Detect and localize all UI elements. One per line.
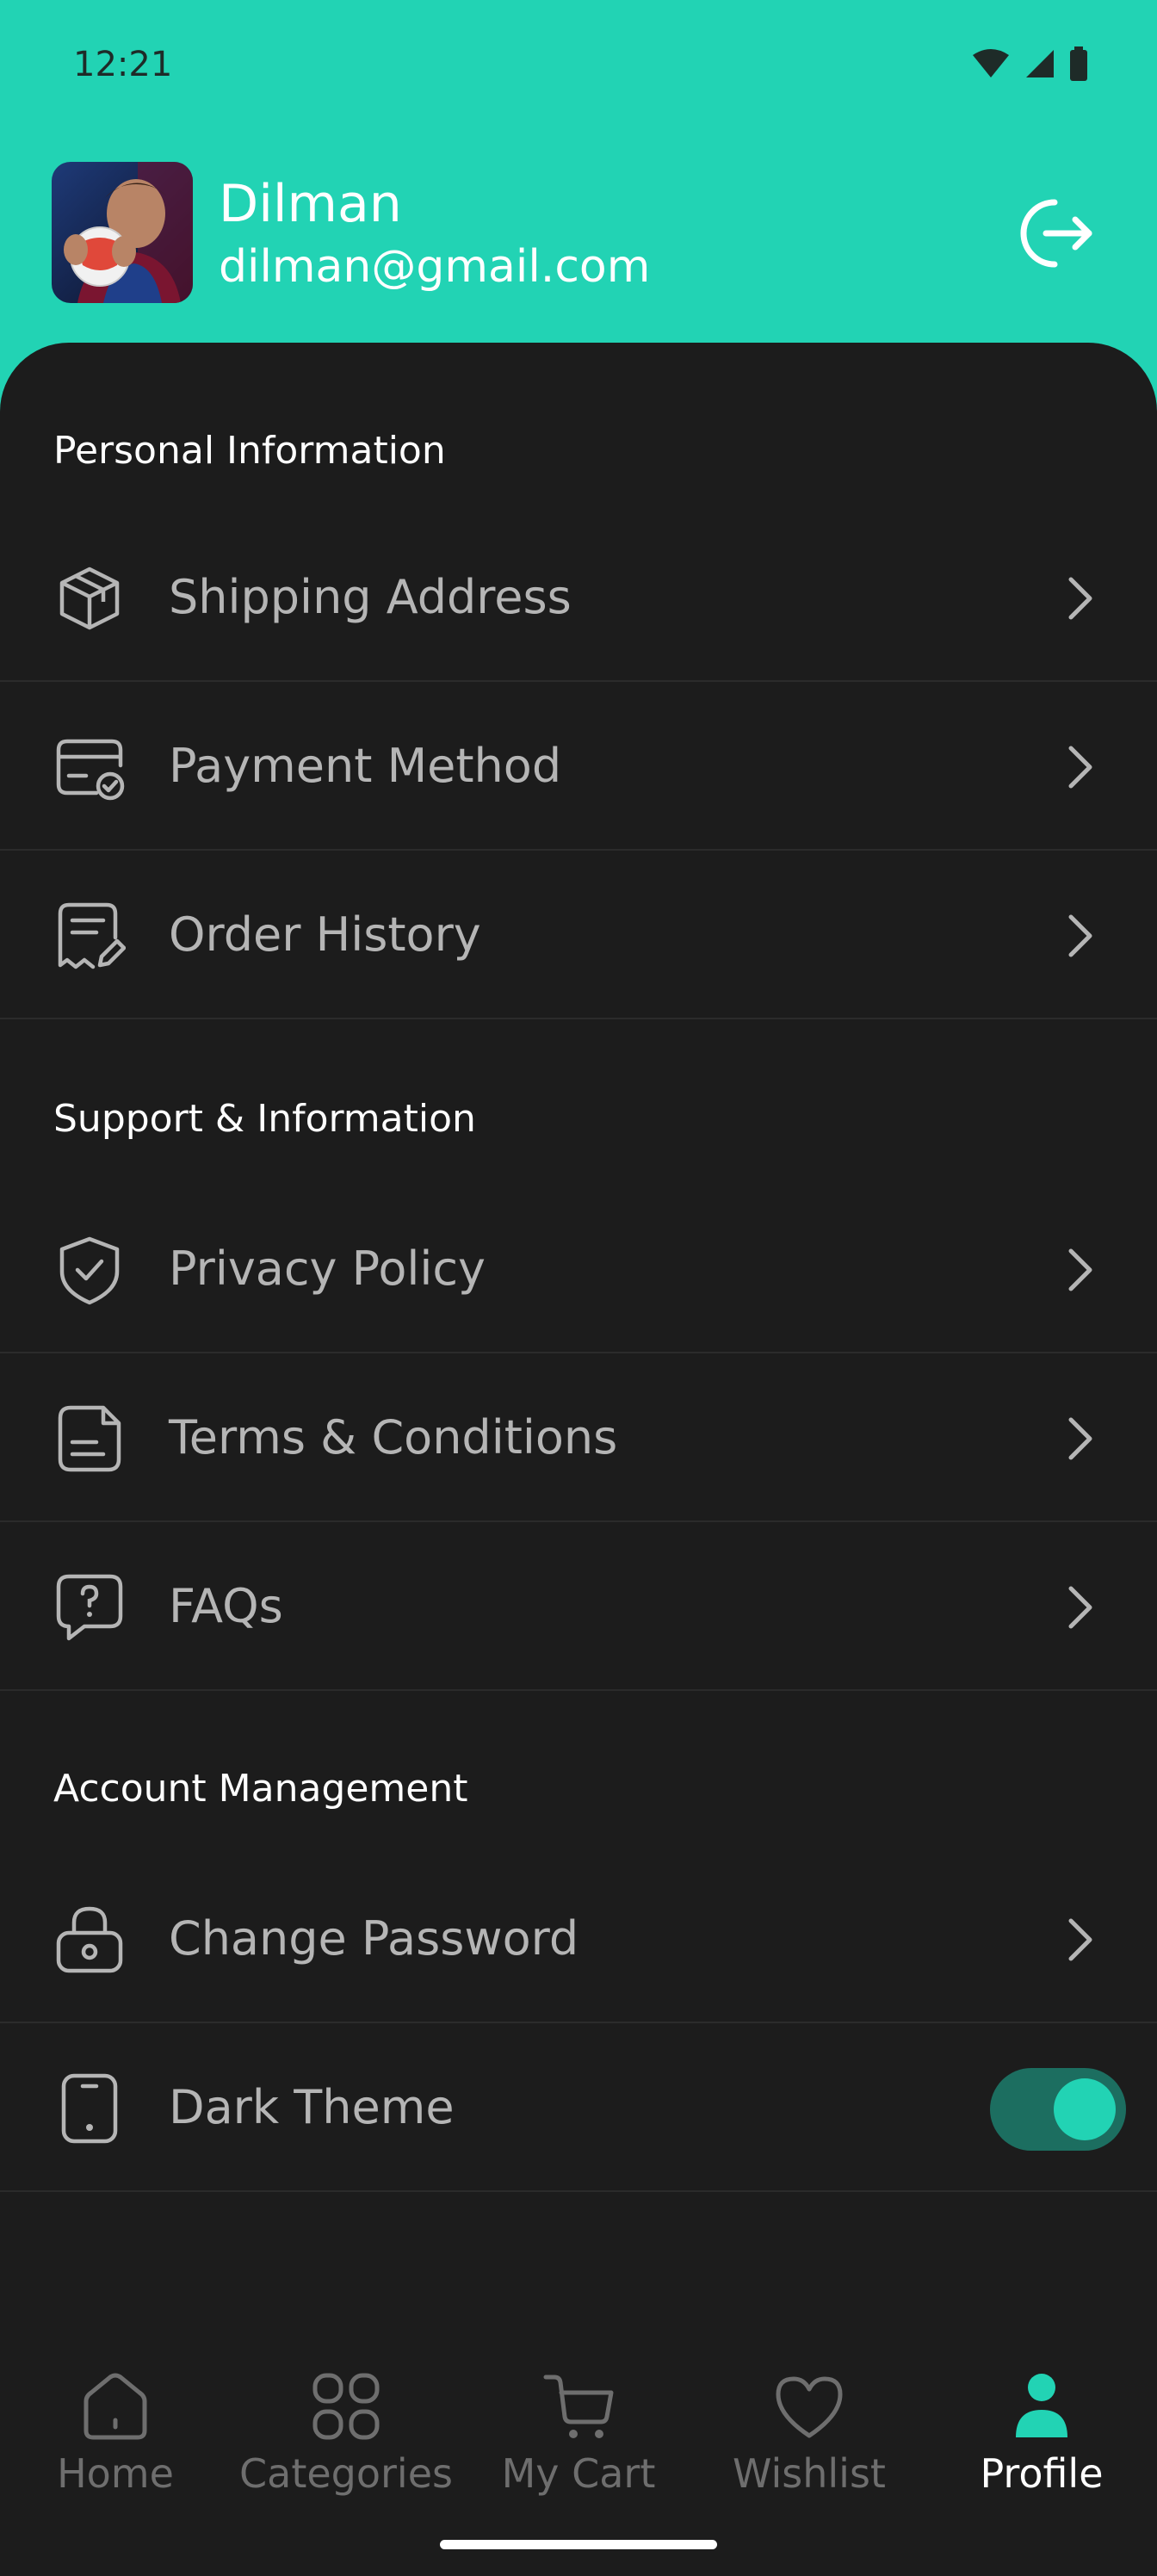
phone-icon xyxy=(61,2073,118,2144)
menu-item-label: FAQs xyxy=(169,1579,283,1633)
avatar-photo xyxy=(52,162,193,303)
section-title-personal: Personal Information xyxy=(53,429,446,473)
home-indicator[interactable] xyxy=(440,2540,717,2549)
nav-label: Profile xyxy=(980,2450,1104,2497)
menu-item-faqs[interactable]: FAQs xyxy=(0,1524,1157,1691)
settings-panel: Personal Information Shipping Address Pa… xyxy=(0,343,1157,2576)
nav-label: Home xyxy=(57,2450,174,2497)
chevron-right-icon xyxy=(1068,746,1092,789)
menu-item-terms-conditions[interactable]: Terms & Conditions xyxy=(0,1355,1157,1522)
receipt-edit-icon xyxy=(58,902,126,969)
profile-header: Dilman dilman@gmail.com xyxy=(0,129,1157,344)
dark-theme-toggle[interactable] xyxy=(990,2068,1126,2151)
shield-check-icon xyxy=(59,1236,120,1305)
chevron-right-icon xyxy=(1068,1586,1092,1629)
user-email: dilman@gmail.com xyxy=(219,241,651,293)
status-time: 12:21 xyxy=(73,45,173,84)
nav-item-my-cart[interactable]: My Cart xyxy=(463,2368,694,2523)
menu-item-shipping-address[interactable]: Shipping Address xyxy=(0,515,1157,682)
menu-item-label: Change Password xyxy=(169,1911,579,1966)
avatar[interactable] xyxy=(52,162,193,303)
section-title-support: Support & Information xyxy=(53,1097,476,1141)
menu-item-order-history[interactable]: Order History xyxy=(0,852,1157,1019)
status-bar: 12:21 xyxy=(0,0,1157,129)
chevron-right-icon xyxy=(1068,577,1092,620)
wifi-icon xyxy=(973,49,1009,77)
menu-item-label: Shipping Address xyxy=(169,570,572,624)
menu-item-privacy-policy[interactable]: Privacy Policy xyxy=(0,1186,1157,1353)
section-title-account: Account Management xyxy=(53,1767,468,1811)
cart-icon xyxy=(543,2375,614,2438)
battery-icon xyxy=(1070,46,1087,81)
person-icon xyxy=(1016,2374,1067,2437)
menu-item-payment-method[interactable]: Payment Method xyxy=(0,684,1157,851)
menu-item-dark-theme: Dark Theme xyxy=(0,2025,1157,2192)
nav-item-home[interactable]: Home xyxy=(0,2368,231,2523)
chevron-right-icon xyxy=(1068,1918,1092,1961)
nav-item-categories[interactable]: Categories xyxy=(231,2368,461,2523)
lock-icon xyxy=(56,1906,123,1973)
status-icons xyxy=(971,46,1088,81)
nav-item-wishlist[interactable]: Wishlist xyxy=(694,2368,925,2523)
nav-item-profile[interactable]: Profile xyxy=(926,2368,1157,2523)
nav-label: Categories xyxy=(239,2450,453,2497)
toggle-knob xyxy=(1054,2078,1116,2140)
nav-label: My Cart xyxy=(501,2450,656,2497)
question-bubble-icon xyxy=(56,1574,123,1641)
menu-item-label: Terms & Conditions xyxy=(169,1410,618,1464)
user-name: Dilman xyxy=(219,174,402,234)
bottom-nav: Home Categories My Cart Wishlist Profile xyxy=(0,2325,1157,2576)
chevron-right-icon xyxy=(1068,914,1092,957)
package-icon xyxy=(59,567,120,630)
menu-item-label: Dark Theme xyxy=(169,2080,455,2134)
nav-label: Wishlist xyxy=(733,2450,886,2497)
menu-item-label: Order History xyxy=(169,907,481,962)
menu-item-label: Privacy Policy xyxy=(169,1242,486,1296)
chevron-right-icon xyxy=(1068,1417,1092,1460)
heart-icon xyxy=(776,2376,843,2438)
chevron-right-icon xyxy=(1068,1248,1092,1291)
grid-icon xyxy=(312,2373,380,2440)
credit-card-icon xyxy=(56,739,125,801)
logout-button[interactable] xyxy=(1005,186,1100,281)
logout-icon xyxy=(1020,199,1092,268)
document-icon xyxy=(58,1405,121,1472)
menu-item-change-password[interactable]: Change Password xyxy=(0,1856,1157,2023)
signal-icon xyxy=(1026,50,1054,77)
home-icon xyxy=(84,2373,147,2440)
menu-item-label: Payment Method xyxy=(169,739,562,793)
